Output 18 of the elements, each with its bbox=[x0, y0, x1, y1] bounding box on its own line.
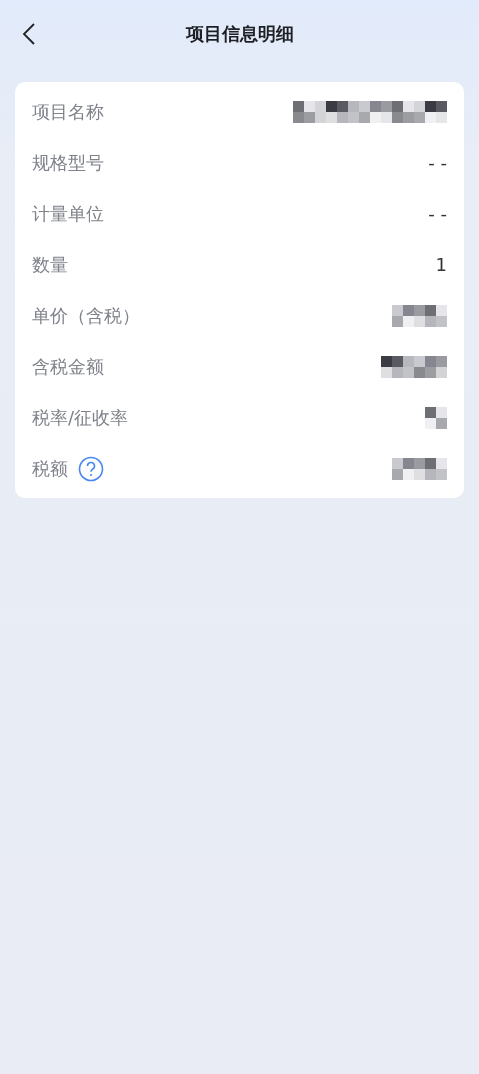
field-label: 计量单位 bbox=[32, 201, 104, 226]
field-label: 项目名称 bbox=[32, 99, 104, 124]
redacted-value-drawing bbox=[425, 406, 447, 429]
redacted-value-drawing bbox=[392, 457, 447, 480]
field-value: - - bbox=[428, 152, 447, 173]
field-label: 规格型号 bbox=[32, 150, 104, 175]
field-label: 数量 bbox=[32, 252, 68, 277]
field-label: 税额 bbox=[32, 456, 68, 481]
redacted-value-drawing bbox=[392, 304, 447, 327]
page-title: 项目信息明细 bbox=[185, 22, 294, 46]
field-label: 含税金额 bbox=[32, 354, 104, 379]
redacted-value-drawing bbox=[381, 355, 447, 378]
help-icon[interactable] bbox=[78, 455, 104, 482]
field-value: - - bbox=[428, 203, 447, 224]
field-label: 单价（含税） bbox=[32, 303, 140, 328]
field-label: 税率/征收率 bbox=[32, 405, 129, 430]
back-icon[interactable] bbox=[22, 22, 36, 46]
field-value: 1 bbox=[435, 254, 447, 275]
